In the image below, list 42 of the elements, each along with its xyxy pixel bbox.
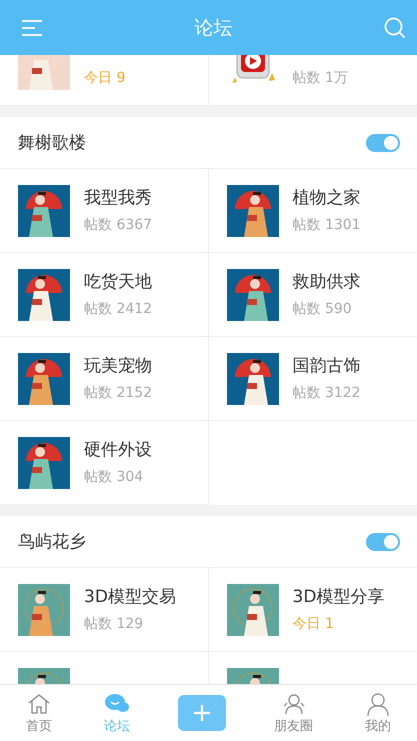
forum-stat: 帖数 590 <box>292 300 353 319</box>
search-icon[interactable] <box>383 16 407 40</box>
forum-name: 吃货天地 <box>84 271 152 294</box>
forum-stat: 今日 9 <box>84 69 126 88</box>
forum-name: 植物之家 <box>292 187 361 210</box>
forum-stat: 今日 1 <box>292 615 335 634</box>
forum-name: 救助供求 <box>292 271 360 294</box>
forum-name: 玩美宠物 <box>84 355 152 378</box>
forum-name: 3D模型分享 <box>292 586 384 609</box>
forum-stat: 帖数 3122 <box>292 384 361 403</box>
forum-stat: 帖数 304 <box>84 468 144 487</box>
forum-item[interactable]: 吃货天地 帖数 2412 <box>0 253 208 337</box>
plus-icon <box>192 703 212 723</box>
tab[interactable]: 我的 <box>361 692 395 734</box>
forum-stat: 帖数 1万 <box>292 69 348 88</box>
forum-name: 国韵古饰 <box>292 355 361 378</box>
forum-stat: 帖数 129 <box>84 615 144 634</box>
tab[interactable]: 朋友圈 <box>270 692 317 734</box>
forum-name: 硬件外设 <box>84 439 152 462</box>
page-title: 论坛 <box>194 16 232 40</box>
home-icon <box>26 692 52 716</box>
section-title: 鸟屿花乡 <box>18 531 86 553</box>
forum-item[interactable]: 硬件外设 帖数 304 <box>0 421 208 505</box>
forum-item[interactable]: 国韵古饰 帖数 3122 <box>208 337 417 421</box>
forum-item[interactable]: 我型我秀 帖数 6367 <box>0 169 208 253</box>
forum-name: 我型我秀 <box>84 187 152 210</box>
forum-item[interactable]: 救助供求 帖数 590 <box>208 253 417 337</box>
forum-stat: 帖数 2152 <box>84 384 152 403</box>
add-button[interactable] <box>178 695 226 731</box>
forum-item[interactable]: 植物之家 帖数 1301 <box>208 169 417 253</box>
forum-item[interactable]: 玩美宠物 帖数 2152 <box>0 337 208 421</box>
forum-item[interactable]: 3D模型分享 今日 1 <box>208 568 417 652</box>
section-title: 舞榭歌楼 <box>18 132 86 154</box>
forum-stat: 帖数 1301 <box>292 216 361 235</box>
forum-name: 3D模型交易 <box>84 586 176 609</box>
forum-item[interactable]: 3D模型交易 帖数 129 <box>0 568 208 652</box>
person-icon <box>365 692 391 716</box>
forum-stat: 帖数 2412 <box>84 300 152 319</box>
forum-stat: 帖数 6367 <box>84 216 152 235</box>
section-toggle[interactable] <box>366 532 400 550</box>
section-toggle[interactable] <box>366 134 400 152</box>
tab[interactable]: 首页 <box>22 692 56 734</box>
